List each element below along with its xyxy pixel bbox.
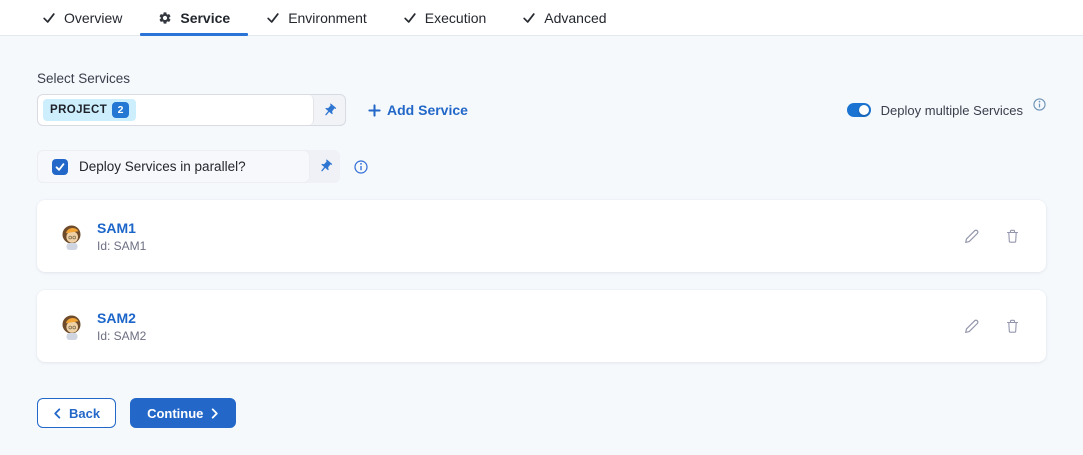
deploy-multiple-label: Deploy multiple Services [881,103,1023,118]
chip-label: PROJECT [50,104,107,116]
service-card-text: SAM1 Id: SAM1 [97,220,146,253]
service-name-link[interactable]: SAM1 [97,220,146,236]
add-service-button[interactable]: Add Service [368,102,468,118]
tab-execution[interactable]: Execution [385,0,504,35]
pencil-icon [964,228,980,244]
continue-button-label: Continue [147,406,203,421]
tab-label: Overview [64,10,122,26]
selected-project-chip[interactable]: PROJECT 2 [43,99,136,121]
service-select-row: PROJECT 2 Add Service Deploy multiple Se… [37,94,1046,126]
gear-icon [158,11,172,25]
service-id: Id: SAM1 [97,239,146,253]
select-services-label: Select Services [37,71,1046,86]
service-card-sam2: SAM2 Id: SAM2 [37,290,1046,362]
parallel-checkbox-field[interactable]: Deploy Services in parallel? [37,150,310,183]
tab-service[interactable]: Service [140,0,248,35]
delete-button[interactable] [1005,228,1020,244]
plus-icon [368,104,381,117]
tab-label: Environment [288,10,367,26]
parallel-checkbox[interactable] [52,159,68,175]
check-icon [42,11,56,25]
tab-label: Service [180,10,230,26]
service-card-sam1: SAM1 Id: SAM1 [37,200,1046,272]
toggle-knob [859,105,869,115]
chevron-right-icon [210,408,219,419]
service-id: Id: SAM2 [97,329,146,343]
parallel-deploy-row: Deploy Services in parallel? [37,150,340,183]
info-icon[interactable] [1033,98,1046,111]
service-multiselect[interactable]: PROJECT 2 [37,94,346,126]
deploy-multiple-toggle[interactable] [847,103,871,117]
service-card-text: SAM2 Id: SAM2 [97,310,146,343]
back-button[interactable]: Back [37,398,116,428]
pencil-icon [964,318,980,334]
service-step-content: Select Services PROJECT 2 Add Service De… [0,71,1083,428]
service-name-link[interactable]: SAM2 [97,310,146,326]
wizard-footer: Back Continue [37,398,1046,428]
chip-count-badge: 2 [112,102,129,118]
card-actions [964,228,1020,244]
service-avatar-icon [61,313,83,340]
trash-icon [1005,228,1020,244]
delete-button[interactable] [1005,318,1020,334]
edit-button[interactable] [964,228,980,244]
info-icon[interactable] [354,160,368,174]
pin-button[interactable] [310,159,340,174]
deploy-multiple-group: Deploy multiple Services [847,103,1046,118]
check-icon [522,11,536,25]
chevron-left-icon [53,408,62,419]
edit-button[interactable] [964,318,980,334]
continue-button[interactable]: Continue [130,398,236,428]
tab-overview[interactable]: Overview [24,0,140,35]
pin-button[interactable] [314,95,345,125]
trash-icon [1005,318,1020,334]
tab-label: Execution [425,10,486,26]
pin-icon [314,156,335,177]
check-icon [266,11,280,25]
tab-label: Advanced [544,10,606,26]
card-actions [964,318,1020,334]
check-icon [403,11,417,25]
parallel-checkbox-label: Deploy Services in parallel? [79,159,246,174]
check-icon [55,162,65,172]
tab-advanced[interactable]: Advanced [504,0,624,35]
service-select-input[interactable]: PROJECT 2 [38,95,314,125]
service-avatar-icon [61,223,83,250]
add-service-label: Add Service [387,102,468,118]
wizard-tab-bar: Overview Service Environment Execution A… [0,0,1083,36]
back-button-label: Back [69,406,100,421]
tab-environment[interactable]: Environment [248,0,385,35]
pin-icon [319,99,340,120]
